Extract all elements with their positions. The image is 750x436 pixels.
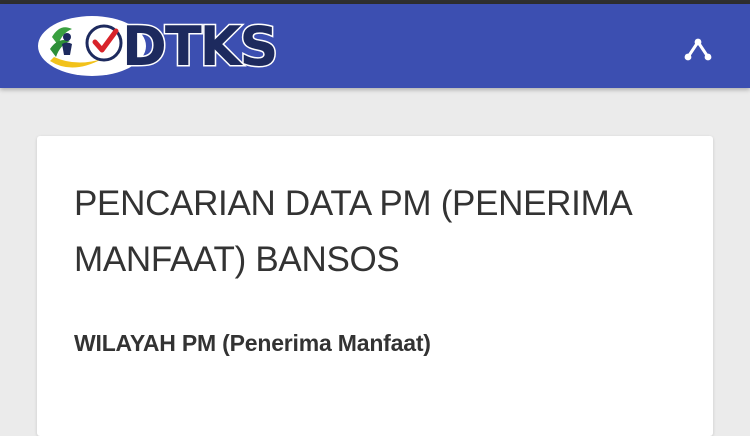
dtks-logo[interactable]: DTKS: [36, 13, 280, 79]
share-button[interactable]: [679, 34, 717, 66]
region-section-label: WILAYAH PM (Penerima Manfaat): [74, 330, 431, 356]
page-title: PENCARIAN DATA PM (PENERIMA MANFAAT) BAN…: [74, 176, 674, 288]
page-title-line-2: MANFAAT) BANSOS: [74, 240, 400, 279]
page-title-line-1: PENCARIAN DATA PM (PENERIMA: [74, 184, 633, 223]
top-navbar: DTKS: [0, 4, 750, 88]
share-icon: [684, 38, 712, 61]
logo-wordmark: DTKS: [120, 15, 279, 78]
search-card: PENCARIAN DATA PM (PENERIMA MANFAAT) BAN…: [37, 136, 713, 436]
